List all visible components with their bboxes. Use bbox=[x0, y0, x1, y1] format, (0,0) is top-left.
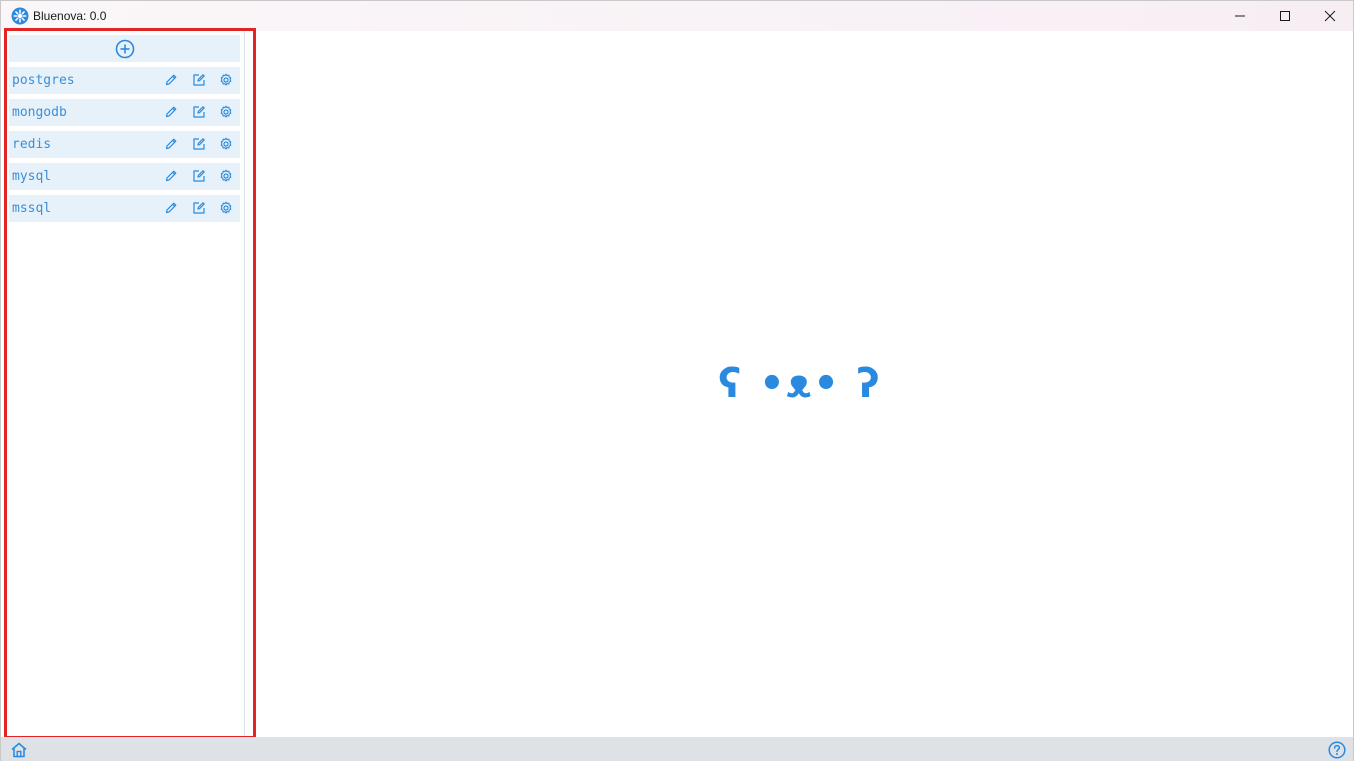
rename-connection-button[interactable] bbox=[163, 72, 179, 88]
connection-settings-button[interactable] bbox=[218, 72, 234, 88]
gear-icon bbox=[219, 105, 233, 119]
connection-item[interactable]: redis bbox=[9, 131, 240, 158]
open-connection-button[interactable] bbox=[191, 136, 207, 152]
connection-label: mysql bbox=[12, 169, 52, 184]
open-connection-button[interactable] bbox=[191, 104, 207, 120]
connection-settings-button[interactable] bbox=[218, 104, 234, 120]
home-icon bbox=[11, 742, 27, 758]
connection-settings-button[interactable] bbox=[218, 168, 234, 184]
help-button[interactable] bbox=[1328, 741, 1346, 759]
edit-square-icon bbox=[192, 201, 206, 215]
connection-sidebar: postgres mongodb redis mysql mssql bbox=[5, 31, 245, 737]
connection-label: redis bbox=[12, 137, 52, 152]
plus-circle-icon bbox=[115, 39, 134, 58]
maximize-icon bbox=[1280, 11, 1290, 21]
connection-item[interactable]: mysql bbox=[9, 163, 240, 190]
open-connection-button[interactable] bbox=[191, 72, 207, 88]
pencil-icon bbox=[164, 73, 178, 87]
app-window: Bluenova: 0.0 postgres mongodb redis mys… bbox=[0, 0, 1354, 761]
connection-label: mssql bbox=[12, 201, 52, 216]
rename-connection-button[interactable] bbox=[163, 136, 179, 152]
gear-icon bbox=[219, 73, 233, 87]
connection-item[interactable]: mongodb bbox=[9, 99, 240, 126]
connection-settings-button[interactable] bbox=[218, 200, 234, 216]
pencil-icon bbox=[164, 169, 178, 183]
window-title: Bluenova: 0.0 bbox=[33, 9, 107, 23]
title-bar[interactable]: Bluenova: 0.0 bbox=[1, 1, 1353, 31]
connection-settings-button[interactable] bbox=[218, 136, 234, 152]
rename-connection-button[interactable] bbox=[163, 200, 179, 216]
close-icon bbox=[1324, 10, 1336, 22]
add-connection-button[interactable] bbox=[9, 35, 240, 62]
empty-state-kaomoji: ʕ •ᴥ• ʔ bbox=[718, 361, 882, 407]
edit-square-icon bbox=[192, 137, 206, 151]
gear-icon bbox=[219, 169, 233, 183]
edit-square-icon bbox=[192, 73, 206, 87]
connection-item[interactable]: postgres bbox=[9, 67, 240, 94]
main-content: ʕ •ᴥ• ʔ bbox=[257, 31, 1353, 737]
minimize-icon bbox=[1235, 15, 1245, 17]
rename-connection-button[interactable] bbox=[163, 104, 179, 120]
app-logo-icon bbox=[11, 7, 29, 25]
pencil-icon bbox=[164, 105, 178, 119]
open-connection-button[interactable] bbox=[191, 200, 207, 216]
connection-label: mongodb bbox=[12, 105, 67, 120]
connection-label: postgres bbox=[12, 73, 75, 88]
close-button[interactable] bbox=[1307, 1, 1353, 31]
edit-square-icon bbox=[192, 105, 206, 119]
edit-square-icon bbox=[192, 169, 206, 183]
status-bar bbox=[1, 737, 1353, 761]
gear-icon bbox=[219, 201, 233, 215]
rename-connection-button[interactable] bbox=[163, 168, 179, 184]
connection-item[interactable]: mssql bbox=[9, 195, 240, 222]
maximize-button[interactable] bbox=[1262, 1, 1308, 31]
open-connection-button[interactable] bbox=[191, 168, 207, 184]
minimize-button[interactable] bbox=[1217, 1, 1263, 31]
gear-icon bbox=[219, 137, 233, 151]
pencil-icon bbox=[164, 201, 178, 215]
home-button[interactable] bbox=[10, 741, 28, 759]
pencil-icon bbox=[164, 137, 178, 151]
help-circle-icon bbox=[1328, 741, 1346, 759]
